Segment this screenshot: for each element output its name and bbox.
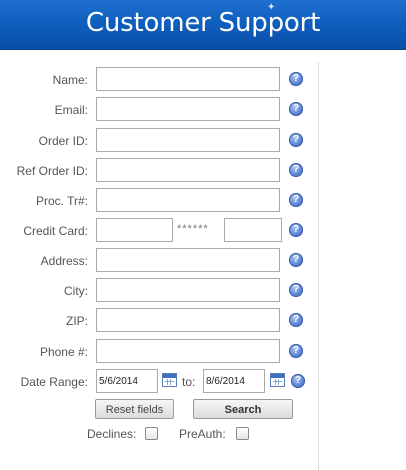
declines-label: Declines:	[87, 427, 137, 441]
ref-order-id-row: Ref Order ID: ?	[0, 158, 318, 186]
credit-card-label: Credit Card:	[23, 224, 88, 238]
phone-help-icon[interactable]: ?	[289, 344, 303, 358]
credit-card-row: Credit Card: ****** ?	[0, 218, 318, 246]
proc-tr-row: Proc. Tr#: ?	[0, 188, 318, 216]
credit-card-help-icon[interactable]: ?	[289, 223, 303, 237]
search-button[interactable]: Search	[193, 399, 293, 419]
header-bar: Customer Support ✦	[0, 0, 406, 50]
zip-help-icon[interactable]: ?	[289, 313, 303, 327]
address-help-icon[interactable]: ?	[289, 253, 303, 267]
email-input[interactable]	[96, 97, 280, 121]
calendar-from-icon[interactable]	[162, 373, 177, 387]
name-row: Name: ?	[0, 67, 318, 95]
order-id-row: Order ID: ?	[0, 128, 318, 156]
zip-label: ZIP:	[65, 314, 88, 328]
email-label: Email:	[54, 103, 88, 117]
phone-row: Phone #: ?	[0, 339, 318, 367]
name-input[interactable]	[96, 67, 280, 91]
date-range-help-icon[interactable]: ?	[291, 374, 305, 388]
reset-fields-button[interactable]: Reset fields	[95, 399, 174, 419]
name-label: Name:	[52, 73, 88, 87]
preauth-checkbox[interactable]	[236, 427, 249, 440]
order-id-help-icon[interactable]: ?	[289, 133, 303, 147]
date-from-input[interactable]	[96, 369, 158, 393]
ref-order-id-input[interactable]	[96, 158, 280, 182]
declines-checkbox[interactable]	[145, 427, 158, 440]
proc-tr-input[interactable]	[96, 188, 280, 212]
date-range-label: Date Range:	[20, 375, 88, 389]
phone-input[interactable]	[96, 339, 280, 363]
credit-card-last-digits-input[interactable]	[224, 218, 282, 242]
city-help-icon[interactable]: ?	[289, 283, 303, 297]
email-help-icon[interactable]: ?	[289, 102, 303, 116]
credit-card-first-digits-input[interactable]	[96, 218, 173, 242]
name-help-icon[interactable]: ?	[289, 72, 303, 86]
preauth-label: PreAuth:	[179, 427, 226, 441]
page-title: Customer Support	[85, 8, 321, 38]
date-to-label: to:	[182, 375, 196, 389]
date-to-input[interactable]	[203, 369, 265, 393]
ref-order-id-help-icon[interactable]: ?	[289, 163, 303, 177]
panel-divider	[318, 62, 319, 470]
proc-tr-help-icon[interactable]: ?	[289, 193, 303, 207]
credit-card-mask: ******	[177, 223, 209, 235]
proc-tr-label: Proc. Tr#:	[35, 194, 88, 208]
phone-label: Phone #:	[39, 345, 88, 359]
order-id-label: Order ID:	[38, 134, 88, 148]
sparkle-icon: ✦	[267, 2, 276, 13]
address-label: Address:	[40, 254, 88, 268]
zip-row: ZIP: ?	[0, 308, 318, 336]
order-id-input[interactable]	[96, 128, 280, 152]
city-input[interactable]	[96, 278, 280, 302]
ref-order-id-label: Ref Order ID:	[16, 164, 88, 178]
calendar-to-icon[interactable]	[270, 373, 285, 387]
city-row: City: ?	[0, 278, 318, 306]
city-label: City:	[64, 284, 88, 298]
date-range-row: Date Range: to: ?	[0, 369, 318, 397]
address-input[interactable]	[96, 248, 280, 272]
address-row: Address: ?	[0, 248, 318, 276]
zip-input[interactable]	[96, 308, 280, 332]
email-row: Email: ?	[0, 97, 318, 125]
